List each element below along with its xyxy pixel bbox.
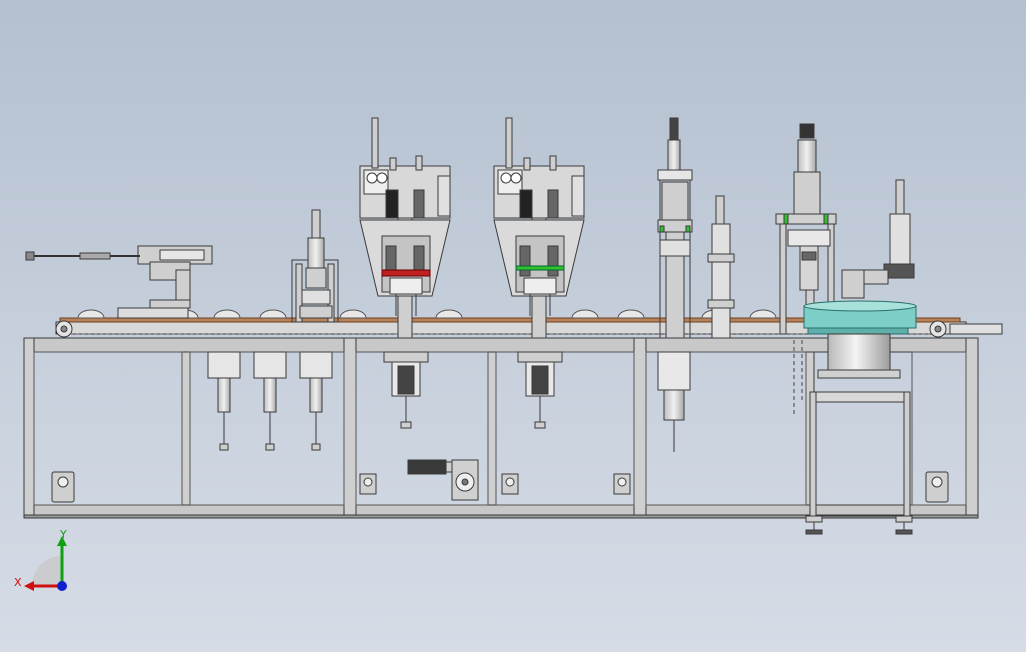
lower-cylinder-1 xyxy=(383,351,429,429)
assembly-machine-drawing[interactable] xyxy=(0,0,1026,652)
vertical-press-station xyxy=(657,117,693,452)
lift-cylinders-left xyxy=(207,351,333,451)
side-screwdriver xyxy=(841,179,915,299)
vibratory-bowl-feeder xyxy=(803,300,917,535)
screw-press-station-2 xyxy=(493,117,585,339)
pusher-cylinder-station xyxy=(25,245,213,319)
cad-viewport[interactable]: X Y xyxy=(0,0,1026,652)
drive-motor xyxy=(407,459,479,501)
triad-graphic xyxy=(24,536,67,591)
linear-guide xyxy=(707,195,735,339)
y-axis-label: Y xyxy=(60,528,67,541)
lower-cylinder-2 xyxy=(517,351,563,429)
coordinate-triad: X Y xyxy=(10,528,80,600)
x-axis-label: X xyxy=(14,576,22,589)
small-press-station xyxy=(291,209,339,323)
screw-press-station-1 xyxy=(359,117,451,339)
